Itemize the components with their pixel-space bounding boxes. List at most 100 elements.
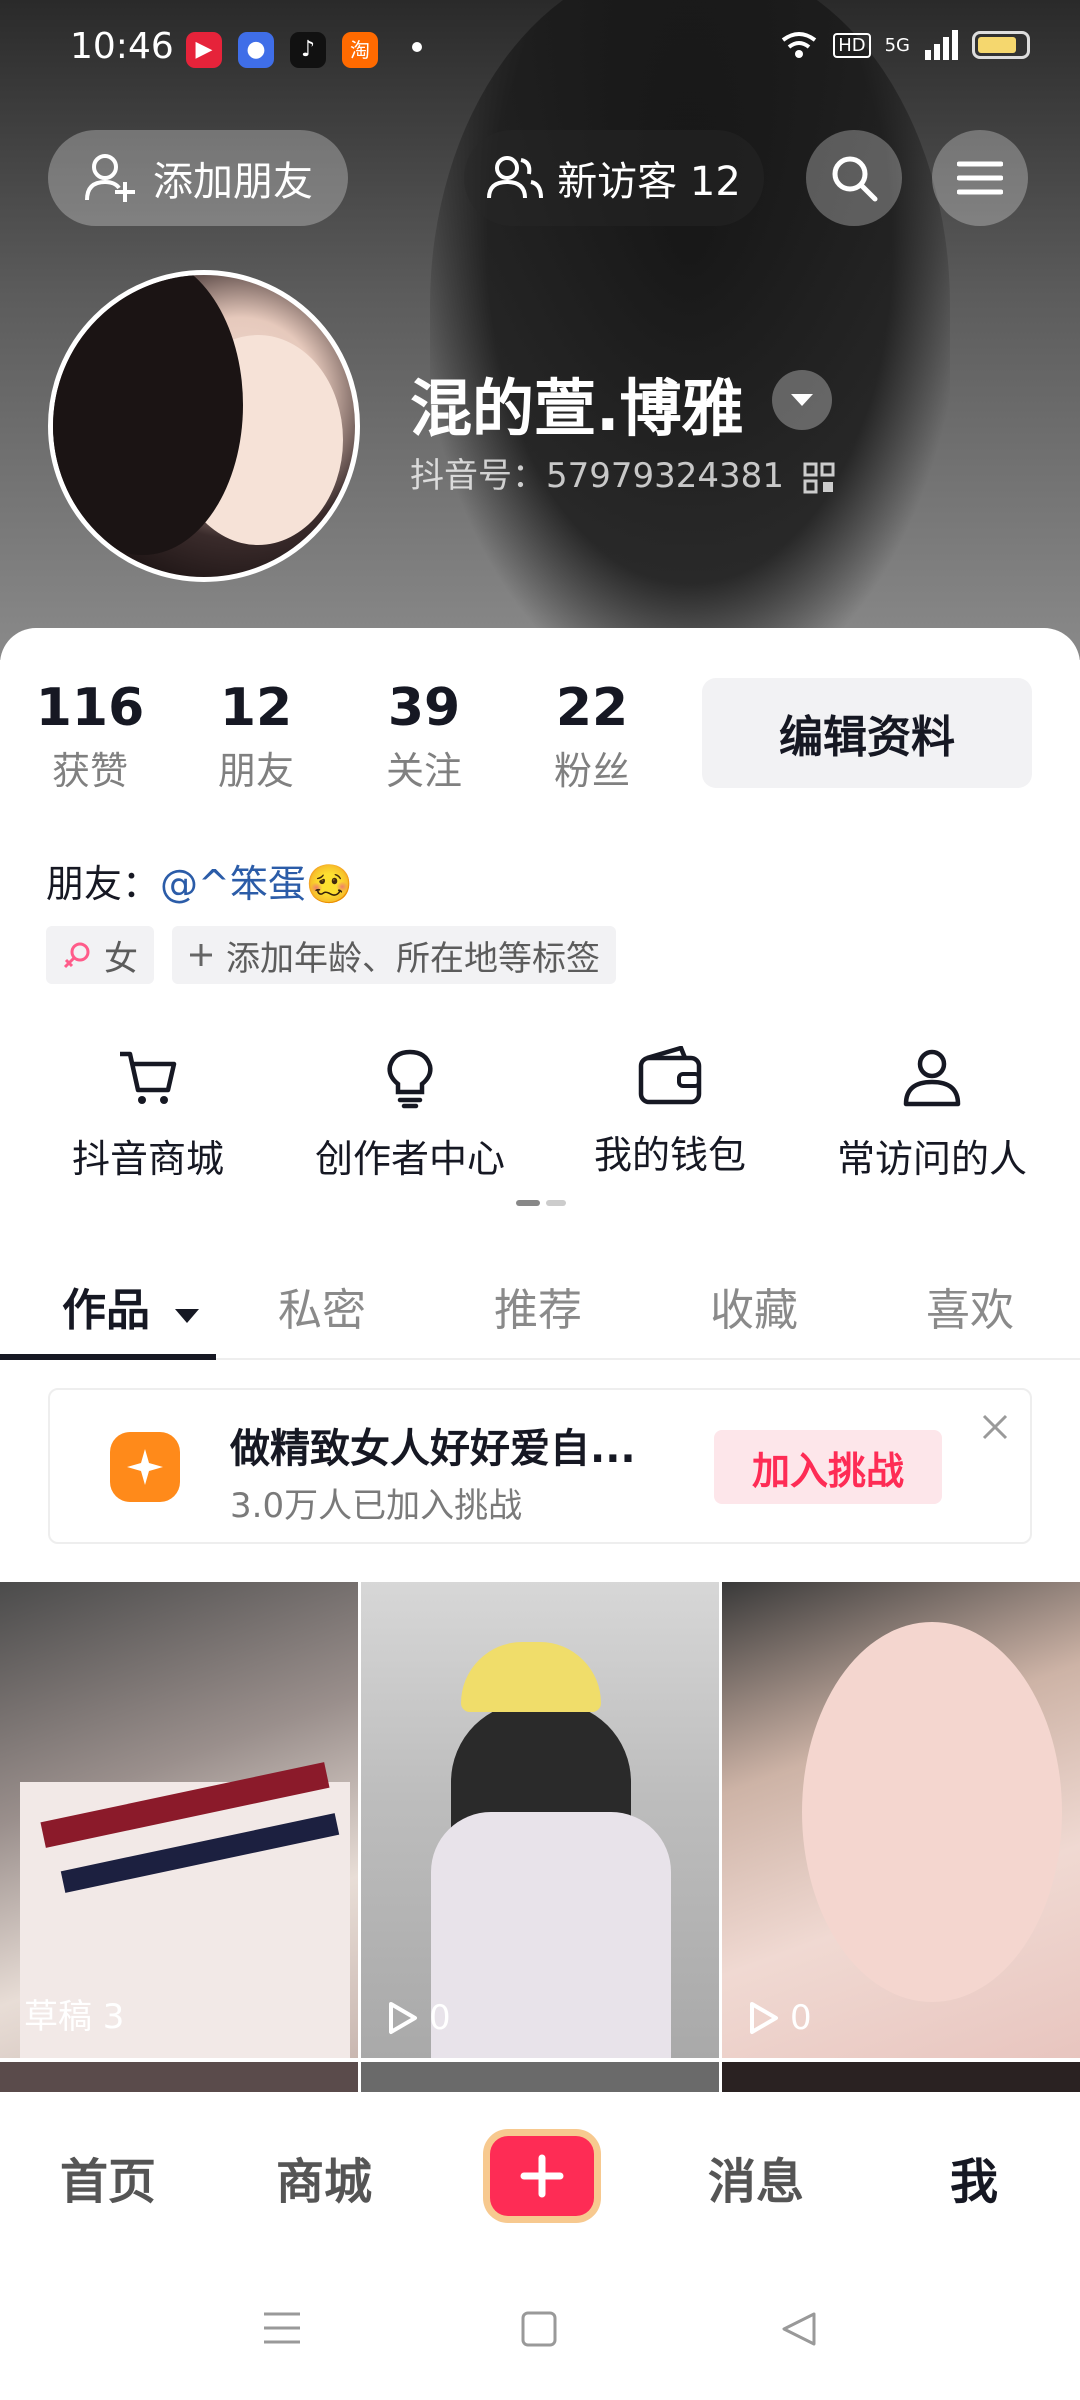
challenge-icon	[110, 1432, 180, 1502]
stat-friends-value: 12	[219, 678, 293, 738]
edit-profile-button[interactable]: 编辑资料	[702, 678, 1032, 788]
profile-tags: 女 添加年龄、所在地等标签	[46, 926, 616, 984]
thumbnail-figure	[802, 1622, 1062, 2002]
play-count: 0	[746, 1998, 812, 2038]
home-icon[interactable]	[520, 2310, 558, 2348]
network-label: 5G	[884, 34, 910, 56]
notification-dot	[412, 42, 422, 52]
add-friend-icon	[85, 154, 135, 202]
shortcut-wallet[interactable]: 我的钱包	[540, 1045, 800, 1179]
create-post-button[interactable]	[490, 2136, 594, 2216]
tab-likes[interactable]: 喜欢	[926, 1274, 1014, 1338]
profile-header: 10:46 ▶ ● ♪ 淘 HD 5G 添加朋友 新访客 12 混的萱.博雅 抖	[0, 0, 1080, 660]
add-friend-button[interactable]: 添加朋友	[48, 130, 348, 226]
tiktok-app-icon: ♪	[290, 32, 326, 68]
friends-prefix: 朋友：	[46, 862, 161, 906]
stat-likes-value: 116	[35, 678, 145, 738]
tab-favorites[interactable]: 收藏	[710, 1274, 798, 1338]
draft-count-label: 草稿 3	[24, 1997, 125, 2037]
signal-icon	[925, 30, 958, 60]
qr-code-icon	[803, 462, 835, 493]
challenge-participants: 3.0万人已加入挑战	[230, 1486, 523, 1526]
bulb-icon	[387, 1049, 433, 1109]
video-thumbnail-draft[interactable]: 草稿 3	[0, 1582, 358, 2058]
stat-friends-label: 朋友	[217, 749, 294, 793]
stat-followers-value: 22	[555, 678, 629, 738]
plus-icon	[520, 2154, 564, 2198]
hd-badge: HD	[833, 32, 871, 58]
add-tags-label: 添加年龄、所在地等标签	[226, 938, 600, 979]
baidu-app-icon: ●	[238, 32, 274, 68]
cart-icon	[120, 1051, 177, 1104]
caret-down-icon	[791, 394, 813, 406]
taobao-app-icon: 淘	[342, 32, 378, 68]
wallet-icon	[638, 1045, 702, 1105]
gender-tag[interactable]: 女	[46, 926, 154, 984]
cover-background-image	[430, 0, 950, 660]
video-app-icon: ▶	[186, 32, 222, 68]
recent-apps-icon[interactable]	[262, 2310, 302, 2346]
join-challenge-button[interactable]: 加入挑战	[714, 1430, 942, 1504]
shortcut-frequent-visitors[interactable]: 常访问的人	[802, 1046, 1062, 1183]
search-icon	[832, 156, 878, 202]
add-tags-button[interactable]: 添加年龄、所在地等标签	[172, 926, 616, 984]
play-icon	[389, 2002, 417, 2034]
video-thumbnail[interactable]: 0	[722, 1582, 1080, 2058]
stat-friends[interactable]: 12 朋友	[196, 678, 316, 795]
play-icon	[750, 2002, 778, 2034]
shortcut-creator-center[interactable]: 创作者中心	[280, 1046, 540, 1183]
stat-following-value: 39	[387, 678, 461, 738]
challenge-title: 做精致女人好好爱自...	[230, 1426, 636, 1472]
douyin-id-text: 抖音号：57979324381	[410, 456, 784, 496]
nav-me[interactable]: 我	[950, 2142, 998, 2212]
shortcut-frequent-visitors-label: 常访问的人	[836, 1137, 1027, 1181]
back-icon[interactable]	[780, 2310, 818, 2348]
plus-icon	[190, 944, 212, 966]
nickname: 混的萱.博雅	[410, 372, 744, 445]
hamburger-menu-icon	[957, 161, 1003, 195]
stat-likes-label: 获赞	[51, 749, 128, 793]
play-count-value: 0	[790, 1998, 812, 2038]
nav-messages[interactable]: 消息	[708, 2142, 804, 2212]
gender-tag-label: 女	[104, 938, 138, 979]
shortcut-douyin-mall[interactable]: 抖音商城	[18, 1046, 278, 1183]
stat-likes[interactable]: 116 获赞	[30, 678, 150, 795]
status-time: 10:46	[70, 26, 174, 67]
douyin-id[interactable]: 抖音号：57979324381	[410, 448, 835, 497]
stat-following[interactable]: 39 关注	[364, 678, 484, 795]
add-friend-label: 添加朋友	[153, 159, 313, 205]
menu-button[interactable]	[932, 130, 1028, 226]
close-icon[interactable]	[980, 1412, 1010, 1442]
new-visitors-button[interactable]: 新访客 12	[464, 130, 764, 226]
active-tab-indicator	[0, 1354, 216, 1360]
challenge-banner[interactable]: 做精致女人好好爱自... 3.0万人已加入挑战 加入挑战	[48, 1388, 1032, 1544]
page-indicator	[516, 1200, 566, 1206]
nav-home[interactable]: 首页	[60, 2142, 156, 2212]
avatar[interactable]	[48, 270, 360, 582]
person-icon	[903, 1049, 961, 1107]
video-grid: 草稿 3 0 0	[0, 1582, 1080, 2102]
tab-recommended[interactable]: 推荐	[494, 1274, 582, 1338]
visitors-icon	[487, 156, 544, 199]
wifi-icon	[781, 32, 817, 58]
account-switch-button[interactable]	[772, 370, 832, 430]
play-count-value: 0	[429, 1998, 451, 2038]
female-icon	[63, 942, 90, 969]
shortcut-wallet-label: 我的钱包	[593, 1133, 746, 1177]
search-button[interactable]	[806, 130, 902, 226]
system-navigation-bar	[0, 2258, 1080, 2400]
tab-works-label: 作品	[62, 1285, 150, 1336]
tab-private[interactable]: 私密	[278, 1274, 366, 1338]
friend-mention-link[interactable]: @^笨蛋🥴	[160, 862, 353, 906]
play-count: 0	[385, 1998, 451, 2038]
nav-mall[interactable]: 商城	[276, 2142, 372, 2212]
battery-icon	[972, 31, 1030, 59]
caret-down-icon	[175, 1309, 200, 1323]
thumbnail-detail	[431, 1812, 671, 2058]
stat-followers[interactable]: 22 粉丝	[532, 678, 652, 795]
stat-following-label: 关注	[385, 749, 462, 793]
video-thumbnail[interactable]: 0	[361, 1582, 719, 2058]
bottom-navigation: 首页 商城 消息 我	[0, 2092, 1080, 2258]
content-tabs: 作品 私密 推荐 收藏 喜欢	[0, 1248, 1080, 1360]
tab-works[interactable]: 作品	[62, 1274, 201, 1338]
